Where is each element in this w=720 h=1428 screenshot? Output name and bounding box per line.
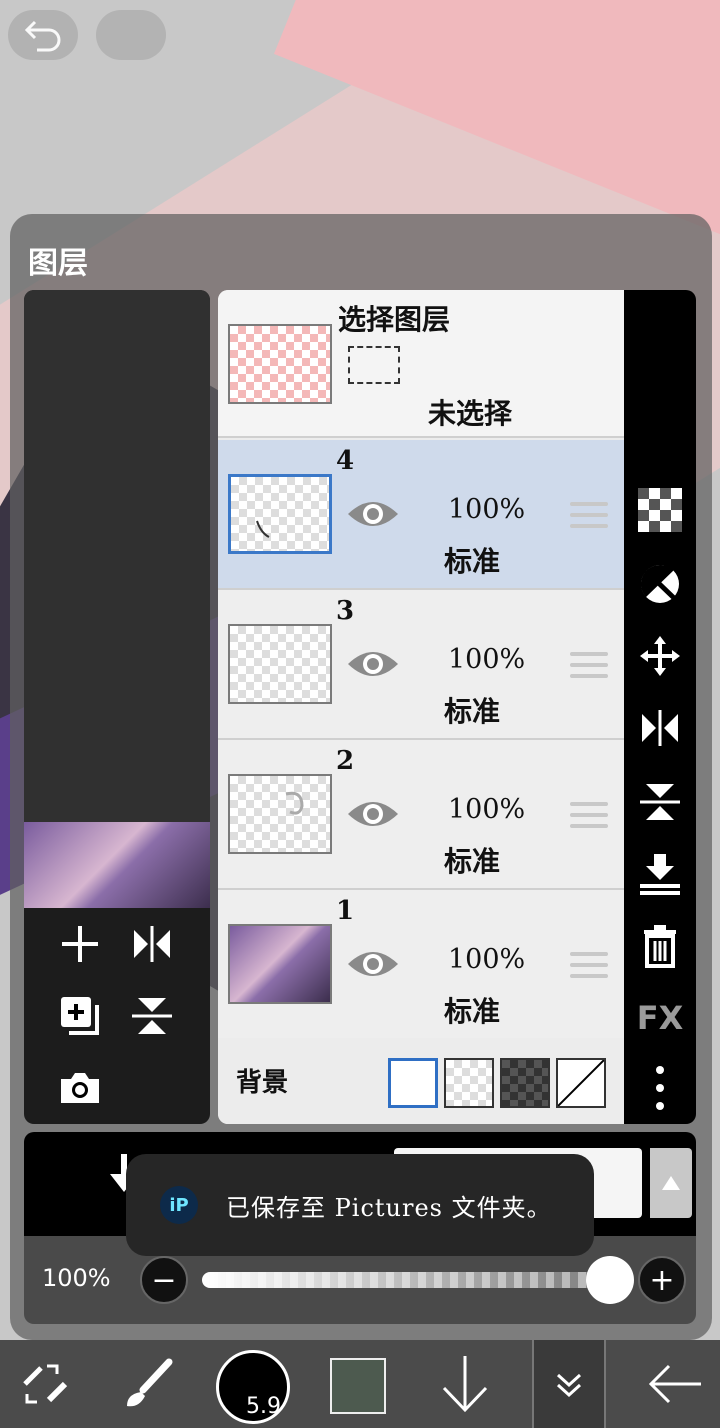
back-arrow-icon (648, 1364, 701, 1404)
drag-handle-icon[interactable] (570, 652, 608, 680)
menu-button[interactable] (96, 10, 166, 60)
drag-handle-icon[interactable] (570, 502, 608, 530)
plus-icon (62, 926, 98, 962)
layer-row[interactable]: 3 100% 标准 (218, 590, 624, 740)
flip-horizontal-icon (134, 926, 170, 962)
layer-blend-mode: 标准 (444, 545, 501, 578)
transparency-icon (638, 488, 682, 532)
opacity-slider-knob[interactable] (586, 1256, 634, 1304)
layer-number: 3 (336, 596, 355, 626)
duplicate-layer-button[interactable] (52, 988, 108, 1044)
selection-marquee-icon (348, 346, 400, 384)
layer-number: 4 (336, 446, 355, 476)
background-row: 背景 (218, 1038, 624, 1124)
toast-notification: iP 已保存至 Pictures 文件夹。 (126, 1154, 594, 1256)
preview-column (24, 290, 210, 1124)
preview-area (24, 290, 210, 822)
flip-horizontal-button[interactable] (124, 916, 180, 972)
drag-handle-icon[interactable] (570, 952, 608, 980)
layer-row[interactable]: 2 100% 标准 (218, 740, 624, 890)
arrow-down-icon (442, 1356, 488, 1413)
layer-number: 2 (336, 746, 355, 776)
brush-tool-button[interactable] (112, 1340, 182, 1428)
opacity-value: 100% (42, 1264, 111, 1292)
background-transparent-option[interactable] (444, 1058, 494, 1108)
move-layer-button[interactable] (634, 630, 686, 682)
layer-opacity: 100% (448, 644, 526, 675)
transparency-lock-button[interactable] (634, 484, 686, 536)
flip-layer-horizontal-button[interactable] (634, 702, 686, 754)
opacity-increase-button[interactable]: + (638, 1256, 686, 1304)
layer-list: 选择图层 未选择 4 100% 标准 3 100% 标准 2 100% 标准 1… (218, 290, 624, 1124)
blend-mode-dropdown-button[interactable] (650, 1148, 692, 1218)
layer-opacity: 100% (448, 944, 526, 975)
background-dark-option[interactable] (500, 1058, 550, 1108)
layer-row[interactable]: 4 100% 标准 (218, 440, 624, 590)
chevron-double-down-icon (556, 1373, 582, 1398)
opacity-slider[interactable] (202, 1272, 604, 1288)
selection-layer-thumbnail (228, 324, 332, 404)
app-icon: iP (160, 1186, 198, 1224)
eye-icon[interactable] (346, 794, 400, 834)
triangle-up-icon (662, 1176, 680, 1190)
more-options-button[interactable] (634, 1062, 686, 1114)
flip-horizontal-icon (642, 710, 678, 746)
back-button[interactable] (638, 1340, 712, 1428)
flip-vertical-icon (640, 784, 680, 820)
color-picker-button[interactable] (330, 1358, 386, 1414)
layer-number: 1 (336, 896, 355, 926)
merge-down-icon (640, 854, 680, 895)
layer-tools-column: FX (624, 290, 696, 1124)
layers-toggle-button[interactable] (532, 1340, 606, 1428)
eye-icon[interactable] (346, 644, 400, 684)
add-layer-button[interactable] (52, 916, 108, 972)
layer-thumbnail (228, 474, 332, 554)
import-photo-button[interactable] (52, 1060, 108, 1116)
layer-blend-mode: 标准 (444, 845, 501, 878)
transform-icon (23, 1364, 68, 1404)
delete-layer-button[interactable] (634, 920, 686, 972)
flip-vertical-icon (132, 998, 172, 1034)
flip-layer-vertical-button[interactable] (634, 776, 686, 828)
bottom-toolbar: 5.9 (0, 1340, 720, 1428)
canvas-preview-thumbnail[interactable] (24, 822, 210, 908)
brush-size-value: 5.9 (246, 1394, 281, 1419)
selection-status: 未选择 (428, 397, 513, 430)
arrow-down-button[interactable] (430, 1340, 500, 1428)
flip-vertical-button[interactable] (124, 988, 180, 1044)
clip-icon (640, 564, 679, 603)
effects-button[interactable]: FX (634, 992, 686, 1044)
clipping-button[interactable] (634, 558, 686, 610)
selection-layer-title: 选择图层 (338, 303, 451, 336)
undo-icon (24, 20, 61, 52)
move-icon (640, 636, 680, 676)
layer-thumbnail (228, 774, 332, 854)
layer-blend-mode: 标准 (444, 695, 501, 728)
undo-button[interactable] (8, 10, 78, 60)
camera-icon (61, 1073, 99, 1103)
layer-thumbnail (228, 924, 332, 1004)
layer-blend-mode: 标准 (444, 995, 501, 1028)
more-icon (656, 1066, 664, 1110)
merge-down-button[interactable] (634, 848, 686, 900)
brush-size-button[interactable]: 5.9 (216, 1350, 290, 1424)
brush-icon (127, 1358, 173, 1407)
eye-icon[interactable] (346, 944, 400, 984)
layer-opacity: 100% (448, 494, 526, 525)
background-label: 背景 (236, 1068, 289, 1098)
eye-icon[interactable] (346, 494, 400, 534)
add-layer-icon (61, 997, 99, 1035)
layer-opacity: 100% (448, 794, 526, 825)
layer-thumbnail (228, 624, 332, 704)
drag-handle-icon[interactable] (570, 802, 608, 830)
transform-tool-button[interactable] (10, 1340, 80, 1428)
panel-title: 图层 (28, 246, 88, 281)
layer-row[interactable]: 1 100% 标准 (218, 890, 624, 1040)
background-white-option[interactable] (388, 1058, 438, 1108)
toast-message: 已保存至 Pictures 文件夹。 (226, 1194, 552, 1222)
opacity-decrease-button[interactable]: − (140, 1256, 188, 1304)
background-none-option[interactable] (556, 1058, 606, 1108)
delete-icon (644, 925, 676, 968)
selection-layer-row[interactable]: 选择图层 未选择 (218, 290, 624, 438)
